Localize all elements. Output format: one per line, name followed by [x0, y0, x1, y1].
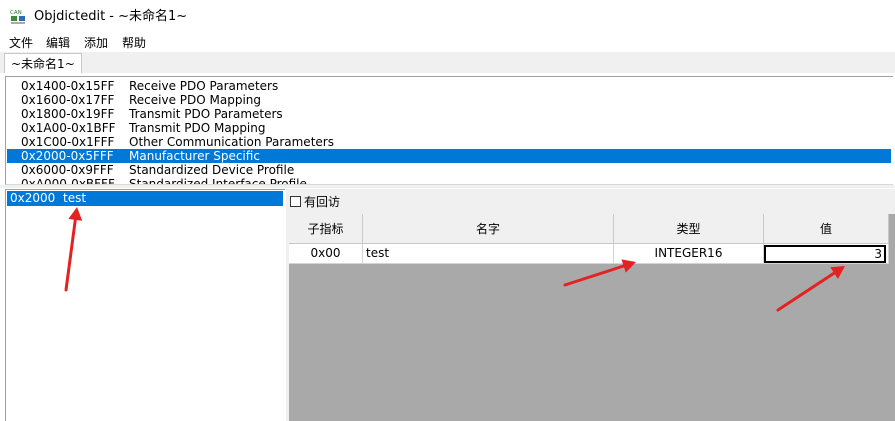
range-code: 0x2000-0x5FFF — [21, 149, 114, 163]
document-tab-strip: ~未命名1~ — [0, 52, 895, 73]
callback-checkbox[interactable] — [290, 196, 301, 207]
index-code: 0x2000 — [10, 191, 56, 205]
range-row[interactable]: 0x1C00-0x1FFF Other Communication Parame… — [7, 135, 891, 149]
range-row[interactable]: 0x1600-0x17FF Receive PDO Mapping — [7, 93, 891, 107]
range-code: 0x1C00-0x1FFF — [21, 135, 115, 149]
title-bar: CAN Objdictedit - ~未命名1~ — [0, 0, 895, 34]
range-row[interactable]: 0xA000-0xBFFF Standardized Interface Pro… — [7, 177, 891, 185]
app-icon-text: CAN — [10, 10, 22, 16]
callback-label: 有回访 — [304, 195, 341, 209]
subindex-panel: 有回访 子指标 名字 类型 值 0x00 test INTEGER16 — [286, 189, 895, 421]
menu-bar: 文件 编辑 添加 帮助 — [0, 34, 895, 52]
column-header-value[interactable]: 值 — [764, 214, 889, 244]
range-row[interactable]: 0x1400-0x15FF Receive PDO Parameters — [7, 79, 891, 93]
range-code: 0xA000-0xBFFF — [21, 177, 115, 185]
subindex-grid: 子指标 名字 类型 值 0x00 test INTEGER16 — [289, 214, 895, 421]
range-name: Transmit PDO Parameters — [129, 107, 283, 121]
index-range-list[interactable]: 0x1400-0x15FF Receive PDO Parameters 0x1… — [5, 76, 893, 185]
menu-help[interactable]: 帮助 — [122, 35, 146, 51]
range-code: 0x1600-0x17FF — [21, 93, 115, 107]
window-title: Objdictedit - ~未命名1~ — [34, 9, 188, 24]
range-row[interactable]: 0x1A00-0x1BFF Transmit PDO Mapping — [7, 121, 891, 135]
index-item-selected[interactable]: 0x2000 test — [7, 191, 283, 206]
menu-edit[interactable]: 编辑 — [46, 35, 70, 51]
column-header-type[interactable]: 类型 — [614, 214, 764, 244]
tab-untitled-1[interactable]: ~未命名1~ — [4, 53, 82, 73]
index-name: test — [63, 191, 87, 205]
range-code: 0x1400-0x15FF — [21, 79, 115, 93]
range-code: 0x6000-0x9FFF — [21, 163, 114, 177]
range-code: 0x1800-0x19FF — [21, 107, 115, 121]
range-name: Transmit PDO Mapping — [129, 121, 266, 135]
range-name: Receive PDO Mapping — [129, 93, 262, 107]
range-code: 0x1A00-0x1BFF — [21, 121, 116, 135]
range-name: Standardized Interface Profile — [129, 177, 307, 185]
cell-subindex[interactable]: 0x00 — [289, 244, 363, 264]
range-name: Other Communication Parameters — [129, 135, 334, 149]
menu-file[interactable]: 文件 — [9, 35, 33, 51]
can-app-icon: CAN — [10, 10, 25, 24]
value-edit-field[interactable] — [764, 245, 886, 263]
cell-type[interactable]: INTEGER16 — [614, 244, 764, 264]
horizontal-splitter[interactable] — [0, 185, 895, 188]
range-name: Standardized Device Profile — [129, 163, 295, 177]
range-row[interactable]: 0x6000-0x9FFF Standardized Device Profil… — [7, 163, 891, 177]
range-row-selected[interactable]: 0x2000-0x5FFF Manufacturer Specific — [7, 149, 891, 163]
menu-add[interactable]: 添加 — [84, 35, 108, 51]
range-name: Manufacturer Specific — [129, 149, 260, 163]
column-header-subindex[interactable]: 子指标 — [289, 214, 363, 244]
range-row[interactable]: 0x1800-0x19FF Transmit PDO Parameters — [7, 107, 891, 121]
cell-name[interactable]: test — [363, 244, 614, 264]
index-list[interactable]: 0x2000 test — [5, 189, 285, 421]
range-name: Receive PDO Parameters — [129, 79, 279, 93]
column-header-name[interactable]: 名字 — [363, 214, 614, 244]
